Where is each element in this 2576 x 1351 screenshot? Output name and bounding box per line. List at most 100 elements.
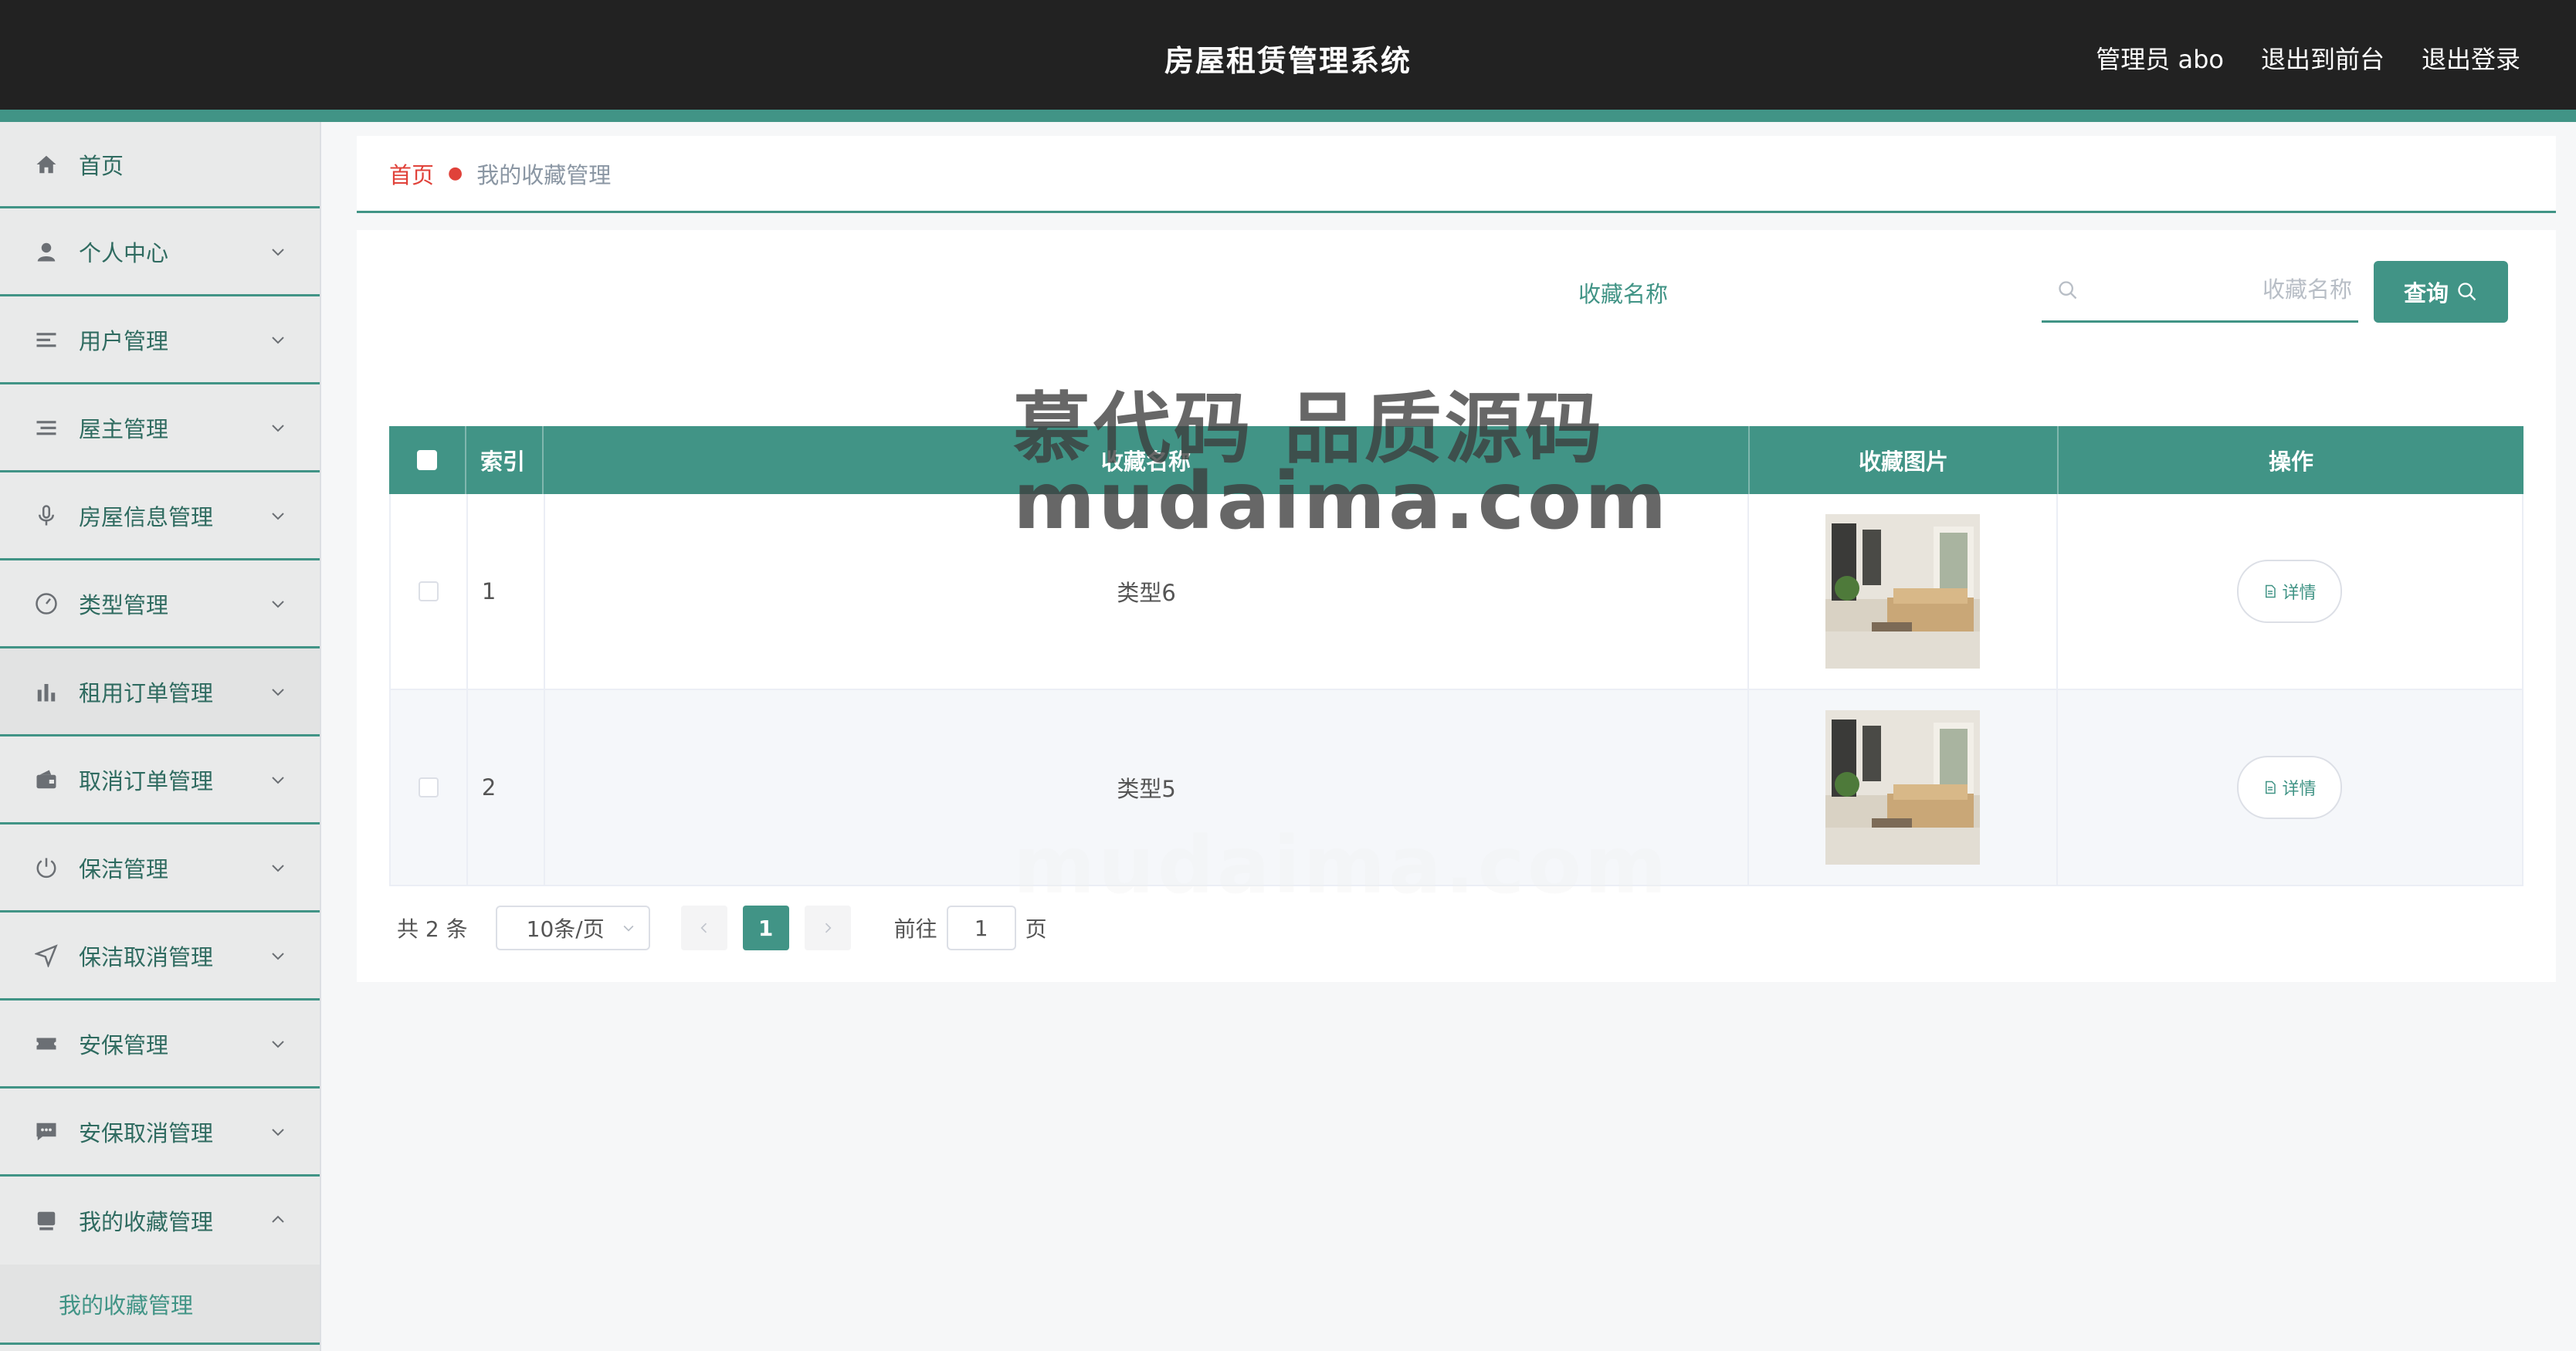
- sidebar-item-my-favorites[interactable]: 我的收藏管理: [0, 1177, 320, 1265]
- breadcrumb-home-link[interactable]: 首页: [389, 157, 434, 190]
- inbox-icon: [32, 1207, 60, 1234]
- row-checkbox[interactable]: [418, 777, 439, 797]
- goto-page-input[interactable]: [946, 906, 1016, 950]
- sidebar-subitem-label: 我的收藏管理: [59, 1292, 194, 1319]
- sidebar-item-label: 保洁取消管理: [79, 943, 214, 970]
- chevron-down-icon: [272, 689, 284, 696]
- chevron-down-icon: [272, 513, 284, 520]
- sidebar-item-label: 用户管理: [79, 327, 169, 354]
- microphone-icon: [32, 502, 60, 530]
- row-checkbox-cell: [391, 690, 468, 885]
- watermark-url-faint: mudaima.com: [1013, 820, 1670, 912]
- row-checkbox-cell: [391, 494, 468, 689]
- sidebar-item-security-cancel[interactable]: 安保取消管理: [0, 1089, 320, 1177]
- search-field: [2042, 259, 2360, 323]
- goto-label: 前往: [893, 916, 937, 942]
- page-unit-label: 页: [1025, 916, 1047, 942]
- sidebar-item-label: 租用订单管理: [79, 679, 214, 706]
- sidebar-item-security[interactable]: 安保管理: [0, 1001, 320, 1089]
- detail-button[interactable]: 详情: [2237, 756, 2343, 819]
- sidebar-item-label: 取消订单管理: [79, 767, 214, 794]
- search-icon: [2059, 281, 2077, 300]
- sidebar-item-rental-orders[interactable]: 租用订单管理: [0, 648, 320, 736]
- chevron-down-icon: [272, 425, 284, 432]
- sidebar-item-label: 安保管理: [79, 1031, 169, 1058]
- breadcrumb-separator-icon: ●: [448, 164, 463, 183]
- page-size-value: 10条/页: [526, 916, 605, 942]
- document-icon: [2266, 584, 2276, 598]
- sidebar-item-cancel-orders[interactable]: 取消订单管理: [0, 736, 320, 824]
- sidebar-item-label: 类型管理: [79, 591, 169, 618]
- chevron-right-icon: [825, 923, 832, 933]
- header-ops: 操作: [2268, 449, 2313, 475]
- page-size-select[interactable]: 10条/页: [495, 906, 650, 950]
- sidebar-item-label: 保洁管理: [79, 855, 169, 882]
- search-label: 收藏名称: [1578, 281, 1669, 307]
- current-user: 管理员 abo: [2096, 45, 2224, 74]
- gauge-icon: [32, 590, 60, 618]
- search-input[interactable]: [2088, 259, 2360, 320]
- sidebar-item-label: 首页: [79, 152, 124, 179]
- home-icon: [32, 151, 60, 178]
- chat-icon: [32, 1118, 60, 1146]
- sidebar-item-user-management[interactable]: 用户管理: [0, 296, 320, 384]
- sidebar-item-home[interactable]: 首页: [0, 122, 320, 208]
- chevron-down-icon: [272, 1129, 284, 1136]
- search-icon: [2458, 283, 2476, 301]
- header-image: 收藏图片: [1750, 426, 2059, 494]
- sidebar-item-cleaning-cancel[interactable]: 保洁取消管理: [0, 913, 320, 1001]
- watermark-url: mudaima.com: [1013, 455, 1670, 547]
- sidebar-item-label: 安保取消管理: [79, 1119, 214, 1146]
- exit-to-front-link[interactable]: 退出到前台: [2261, 40, 2384, 76]
- header-index: 索引: [466, 426, 544, 494]
- pagination: 共 2 条 10条/页 1 前往 页: [397, 905, 1047, 951]
- row-index: 2: [468, 690, 545, 885]
- top-bar: 房屋租赁管理系统 管理员 abo 退出到前台 退出登录: [0, 0, 2576, 122]
- sidebar-item-label: 屋主管理: [79, 415, 169, 442]
- sidebar-item-personal-center[interactable]: 个人中心: [0, 208, 320, 296]
- breadcrumb: 首页 ● 我的收藏管理: [357, 136, 2556, 213]
- detail-button-label: 详情: [2282, 584, 2317, 603]
- row-image-cell: [1749, 494, 2058, 689]
- chevron-down-icon: [272, 1041, 284, 1048]
- list-icon: [32, 414, 60, 442]
- document-icon: [2266, 780, 2276, 794]
- room-photo: [1825, 514, 1981, 669]
- sidebar-item-house-info[interactable]: 房屋信息管理: [0, 472, 320, 560]
- breadcrumb-current: 我的收藏管理: [476, 161, 612, 188]
- total-count: 共 2 条: [397, 916, 468, 942]
- bar-chart-icon: [32, 678, 60, 706]
- wallet-icon: [32, 766, 60, 794]
- header-checkbox-cell: [389, 426, 466, 494]
- select-all-checkbox[interactable]: [417, 450, 437, 470]
- chevron-down-icon: [272, 865, 284, 872]
- logout-link[interactable]: 退出登录: [2422, 40, 2520, 76]
- sidebar: 首页 个人中心 用户管理 屋主管理 房屋信息管理 类型管理 租用订单管理 取消订…: [0, 122, 321, 1351]
- sidebar-item-owner-management[interactable]: 屋主管理: [0, 384, 320, 472]
- list-icon: [32, 326, 60, 354]
- sidebar-item-label: 个人中心: [79, 239, 169, 266]
- row-checkbox[interactable]: [418, 581, 439, 601]
- query-button[interactable]: 查询: [2374, 261, 2508, 323]
- power-icon: [32, 854, 60, 882]
- chevron-down-icon: [272, 953, 284, 960]
- sidebar-item-cleaning[interactable]: 保洁管理: [0, 824, 320, 913]
- chevron-left-icon: [700, 923, 707, 933]
- header-actions: 管理员 abo 退出到前台 退出登录: [2096, 40, 2520, 76]
- sidebar-subitem-my-favorites[interactable]: 我的收藏管理: [0, 1265, 320, 1345]
- ticket-icon: [32, 1030, 60, 1058]
- next-page-button[interactable]: [804, 906, 851, 950]
- row-ops-cell: 详情: [2058, 494, 2522, 689]
- user-icon: [32, 238, 60, 266]
- room-photo: [1825, 710, 1981, 865]
- chevron-down-icon: [272, 249, 284, 256]
- prev-page-button[interactable]: [680, 906, 727, 950]
- page-number-button[interactable]: 1: [742, 906, 789, 950]
- sidebar-item-type-management[interactable]: 类型管理: [0, 560, 320, 648]
- query-button-label: 查询: [2403, 280, 2449, 306]
- row-image-cell: [1749, 690, 2058, 885]
- row-index: 1: [468, 494, 545, 689]
- detail-button-label: 详情: [2282, 780, 2317, 799]
- detail-button[interactable]: 详情: [2237, 560, 2343, 623]
- sidebar-item-label: 房屋信息管理: [79, 503, 214, 530]
